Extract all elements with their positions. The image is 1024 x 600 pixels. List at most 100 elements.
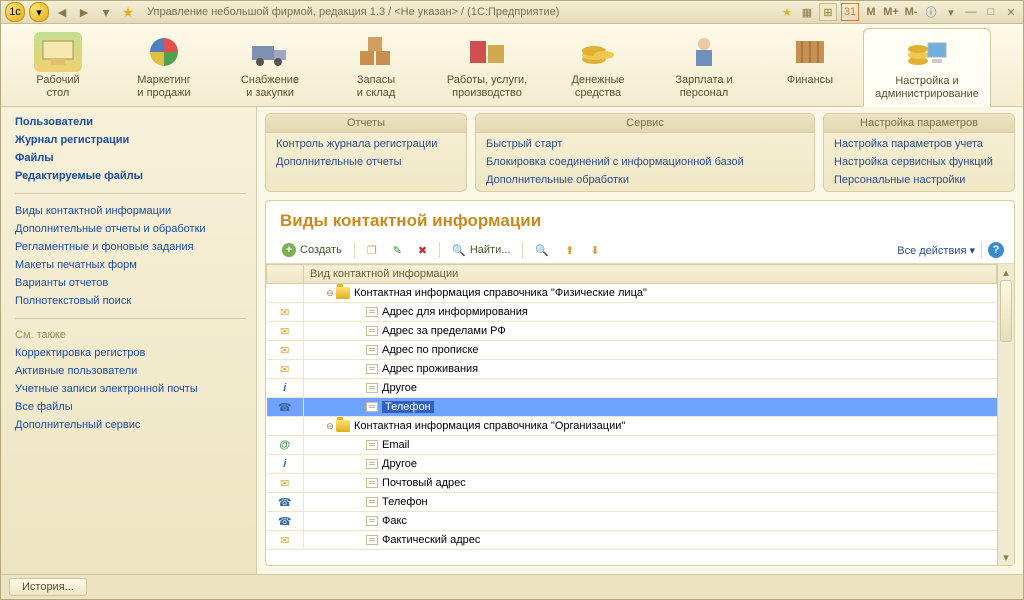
panel-item[interactable]: Настройка сервисных функций xyxy=(824,153,1014,171)
table-row[interactable]: Адрес за пределами РФ xyxy=(267,322,997,341)
expander-icon[interactable]: ⊖ xyxy=(324,421,336,432)
fav2-icon[interactable]: ★ xyxy=(779,4,795,20)
separator xyxy=(439,242,440,258)
panel-item[interactable]: Персональные настройки xyxy=(824,171,1014,189)
create-button[interactable]: + Создать xyxy=(276,241,348,259)
table-row[interactable]: Телефон xyxy=(267,398,997,417)
sidebar-item[interactable]: Дополнительный сервис xyxy=(15,416,246,434)
m-button[interactable]: M xyxy=(863,4,879,20)
content-title: Виды контактной информации xyxy=(266,201,1014,237)
table-row[interactable]: Почтовый адрес xyxy=(267,474,997,493)
panel-item[interactable]: Дополнительные обработки xyxy=(476,171,814,189)
scroll-thumb[interactable] xyxy=(1000,280,1012,342)
edit-button[interactable]: ✎ xyxy=(387,242,408,259)
table-row[interactable]: Адрес для информирования xyxy=(267,303,997,322)
window-title: Управление небольшой фирмой, редакция 1.… xyxy=(147,6,775,18)
table-row[interactable]: Другое xyxy=(267,455,997,474)
m-plus-button[interactable]: M+ xyxy=(883,4,899,20)
module-marketing[interactable]: Маркетинг и продажи xyxy=(111,28,217,106)
close-icon[interactable]: ✕ xyxy=(1003,4,1019,20)
app-logo-icon[interactable]: 1c xyxy=(5,2,25,22)
folder-icon xyxy=(336,420,350,432)
minimize-icon[interactable]: — xyxy=(963,4,979,20)
delete-button[interactable]: ✖ xyxy=(412,242,433,259)
expander-icon[interactable]: ⊖ xyxy=(324,288,336,299)
maximize-icon[interactable]: □ xyxy=(983,4,999,20)
history-button[interactable]: История... xyxy=(9,578,87,596)
col-header[interactable]: Вид контактной информации xyxy=(304,265,997,284)
up-button[interactable]: ⬆ xyxy=(559,242,580,259)
sidebar-item[interactable]: Редактируемые файлы xyxy=(15,167,246,185)
table-row[interactable]: Email xyxy=(267,436,997,455)
table-row[interactable]: ⊖Контактная информация справочника "Орга… xyxy=(267,417,997,436)
table-row[interactable]: Адрес проживания xyxy=(267,360,997,379)
sidebar-item[interactable]: Учетные записи электронной почты xyxy=(15,380,246,398)
table-row[interactable]: Телефон xyxy=(267,493,997,512)
arrow-up-icon: ⬆ xyxy=(565,244,574,257)
info-icon[interactable]: ⓘ xyxy=(923,4,939,20)
module-money[interactable]: Денежные средства xyxy=(545,28,651,106)
module-works[interactable]: Работы, услуги, производство xyxy=(429,28,545,106)
sidebar-item[interactable]: Корректировка регистров xyxy=(15,344,246,362)
sidebar-item[interactable]: Активные пользователи xyxy=(15,362,246,380)
module-desktop[interactable]: Рабочий стол xyxy=(5,28,111,106)
sidebar-item[interactable]: Дополнительные отчеты и обработки xyxy=(15,220,246,238)
col-icon[interactable] xyxy=(267,265,304,284)
row-label: Фактический адрес xyxy=(382,534,480,546)
status-bar: История... xyxy=(1,574,1023,599)
body: Пользователи Журнал регистрации Файлы Ре… xyxy=(1,107,1023,574)
find-button[interactable]: 🔍 Найти... xyxy=(446,242,516,259)
data-table: Вид контактной информации ⊖Контактная ин… xyxy=(266,264,997,550)
scroll-down-icon[interactable]: ▾ xyxy=(998,549,1014,565)
module-stock[interactable]: Запасы и склад xyxy=(323,28,429,106)
down-button[interactable]: ⬇ xyxy=(584,242,605,259)
panel-item[interactable]: Контроль журнала регистрации xyxy=(266,135,466,153)
calendar-icon[interactable]: 31 xyxy=(841,3,859,21)
dropdown-icon[interactable]: ▾ xyxy=(29,2,49,22)
sidebar-item[interactable]: Журнал регистрации xyxy=(15,131,246,149)
module-finance[interactable]: Финансы xyxy=(757,28,863,106)
nav-fwd-icon[interactable]: ► xyxy=(75,3,93,21)
m-minus-button[interactable]: M- xyxy=(903,4,919,20)
doc-icon[interactable]: ▦ xyxy=(799,4,815,20)
table-row[interactable]: Другое xyxy=(267,379,997,398)
info-dd-icon[interactable]: ▾ xyxy=(943,4,959,20)
favorite-icon[interactable]: ★ xyxy=(119,3,137,21)
row-label: Адрес за пределами РФ xyxy=(382,325,506,337)
table-row[interactable]: Адрес по прописке xyxy=(267,341,997,360)
scroll-up-icon[interactable]: ▴ xyxy=(998,264,1014,280)
sidebar-separator xyxy=(15,193,246,194)
sidebar-item[interactable]: Файлы xyxy=(15,149,246,167)
copy-button[interactable]: ❐ xyxy=(361,242,383,259)
sidebar-item[interactable]: Виды контактной информации xyxy=(15,202,246,220)
sidebar-item[interactable]: Регламентные и фоновые задания xyxy=(15,238,246,256)
module-admin[interactable]: Настройка и администрирование xyxy=(863,28,991,107)
scrollbar-vertical[interactable]: ▴ ▾ xyxy=(997,264,1014,565)
module-salary[interactable]: Зарплата и персонал xyxy=(651,28,757,106)
nav-dd-icon[interactable]: ▾ xyxy=(97,3,115,21)
clear-search-button[interactable]: 🔍 xyxy=(529,242,555,259)
help-icon[interactable]: ? xyxy=(988,242,1004,258)
row-type-icon xyxy=(267,322,304,341)
item-icon xyxy=(366,326,378,336)
separator xyxy=(354,242,355,258)
all-actions-button[interactable]: Все действия ▾ xyxy=(897,244,975,257)
sidebar-item[interactable]: Пользователи xyxy=(15,113,246,131)
sidebar-item[interactable]: Полнотекстовый поиск xyxy=(15,292,246,310)
panel-item[interactable]: Быстрый старт xyxy=(476,135,814,153)
table-row[interactable]: Факс xyxy=(267,512,997,531)
panel-item[interactable]: Дополнительные отчеты xyxy=(266,153,466,171)
sidebar-item[interactable]: Макеты печатных форм xyxy=(15,256,246,274)
sidebar-item[interactable]: Все файлы xyxy=(15,398,246,416)
module-supply[interactable]: Снабжение и закупки xyxy=(217,28,323,106)
table-row[interactable]: Фактический адрес xyxy=(267,531,997,550)
item-icon xyxy=(366,478,378,488)
sidebar-item[interactable]: Варианты отчетов xyxy=(15,274,246,292)
row-type-icon xyxy=(267,417,304,436)
panel-item[interactable]: Блокировка соединений с информационной б… xyxy=(476,153,814,171)
nav-back-icon[interactable]: ◄ xyxy=(53,3,71,21)
calc-icon[interactable]: ⊞ xyxy=(819,3,837,21)
table-row[interactable]: ⊖Контактная информация справочника "Физи… xyxy=(267,284,997,303)
row-label: Факс xyxy=(382,515,407,527)
panel-item[interactable]: Настройка параметров учета xyxy=(824,135,1014,153)
